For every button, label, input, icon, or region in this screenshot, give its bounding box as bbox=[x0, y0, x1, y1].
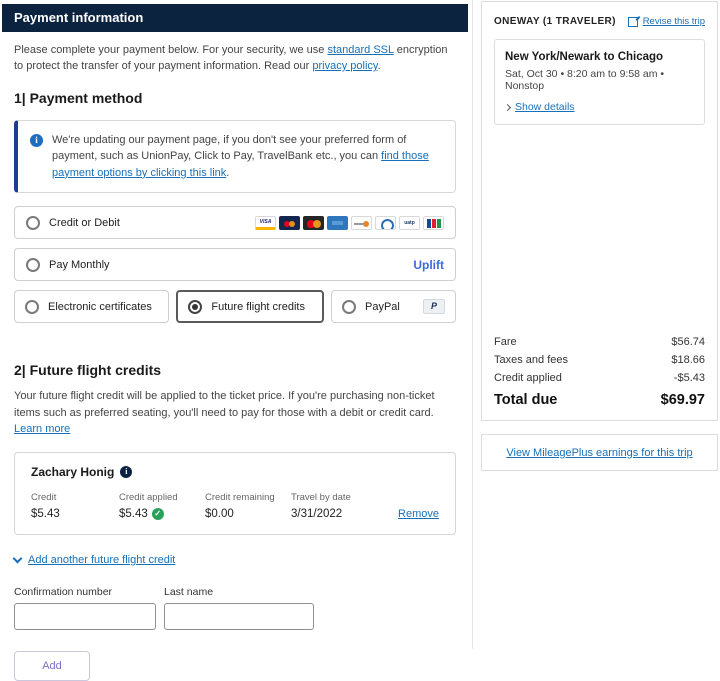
radio-electronic-certificates[interactable] bbox=[25, 300, 39, 314]
travel-by-date-value: 3/31/2022 bbox=[291, 508, 391, 520]
notice-text: We're updating our payment page, if you … bbox=[52, 132, 443, 182]
credit-applied-row-label: Credit applied bbox=[494, 372, 562, 384]
confirmation-number-label: Confirmation number bbox=[14, 586, 164, 598]
intro-text-part: Please complete your payment below. For … bbox=[14, 44, 327, 56]
future-flight-credits-heading: 2| Future flight credits bbox=[14, 362, 456, 378]
payment-option-electronic-certificates[interactable]: Electronic certificates bbox=[14, 290, 169, 323]
credit-applied-amount: $5.43 bbox=[119, 508, 148, 520]
payment-update-notice: We're updating our payment page, if you … bbox=[14, 120, 456, 194]
show-details-link[interactable]: Show details bbox=[505, 101, 694, 113]
mileageplus-earnings-label: View MileagePlus earnings for this trip bbox=[506, 447, 692, 459]
uatp-icon bbox=[399, 216, 420, 230]
remove-credit-link[interactable]: Remove bbox=[398, 508, 439, 520]
payment-option-future-flight-credits[interactable]: Future flight credits bbox=[176, 290, 324, 323]
edit-icon bbox=[628, 16, 639, 27]
payment-option-credit-debit[interactable]: Credit or Debit bbox=[14, 206, 456, 239]
traveler-name: Zachary Honig bbox=[31, 465, 114, 479]
panel-title: Payment information bbox=[2, 4, 468, 32]
discover-icon bbox=[351, 216, 372, 230]
radio-credit-debit[interactable] bbox=[26, 216, 40, 230]
mileageplus-earnings-button[interactable]: View MileagePlus earnings for this trip bbox=[481, 434, 718, 471]
taxes-value: $18.66 bbox=[671, 354, 705, 366]
radio-future-flight-credits[interactable] bbox=[188, 300, 202, 314]
add-another-credit-link[interactable]: Add another future flight credit bbox=[14, 554, 456, 566]
payment-option-paypal[interactable]: PayPal bbox=[331, 290, 456, 323]
chevron-down-icon bbox=[13, 553, 23, 563]
standard-ssl-link[interactable]: standard SSL bbox=[327, 44, 393, 56]
credit-remaining-column: Credit remaining $0.00 bbox=[205, 492, 291, 520]
visa-icon bbox=[255, 216, 276, 230]
travel-by-date-label: Travel by date bbox=[291, 492, 391, 503]
card-brand-icons bbox=[255, 216, 444, 230]
paypal-label: PayPal bbox=[365, 301, 400, 313]
future-flight-credits-label: Future flight credits bbox=[211, 301, 305, 313]
fare-value: $56.74 bbox=[671, 336, 705, 348]
trip-summary-panel: ONEWAY (1 TRAVELER) Revise this trip New… bbox=[481, 1, 718, 421]
last-name-input[interactable] bbox=[164, 603, 314, 630]
future-flight-credits-desc: Your future flight credit will be applie… bbox=[14, 388, 456, 438]
jcb-icon bbox=[423, 216, 444, 230]
paypal-icon bbox=[423, 299, 445, 314]
mastercard-icon bbox=[303, 216, 324, 230]
radio-pay-monthly[interactable] bbox=[26, 258, 40, 272]
visa-dark-icon bbox=[279, 216, 300, 230]
flight-segment-card: New York/Newark to Chicago Sat, Oct 30 •… bbox=[494, 39, 705, 125]
travel-by-date-column: Travel by date 3/31/2022 bbox=[291, 492, 391, 520]
fare-breakdown: Fare $56.74 Taxes and fees $18.66 Credit… bbox=[494, 330, 705, 408]
credit-value: $5.43 bbox=[31, 508, 119, 520]
flight-credit-card: Zachary Honig Credit $5.43 Credit applie… bbox=[14, 452, 456, 535]
credit-remaining-value: $0.00 bbox=[205, 508, 291, 520]
credit-applied-row-value: -$5.43 bbox=[674, 372, 705, 384]
info-icon bbox=[30, 134, 43, 147]
column-divider bbox=[472, 0, 473, 649]
flight-datetime: Sat, Oct 30 • 8:20 am to 9:58 am • Nonst… bbox=[505, 68, 694, 92]
notice-text-part: We're updating our payment page, if you … bbox=[52, 134, 406, 163]
credit-applied-value: $5.43 bbox=[119, 508, 205, 520]
taxes-label: Taxes and fees bbox=[494, 354, 568, 366]
privacy-policy-link[interactable]: privacy policy bbox=[312, 60, 377, 72]
total-due-value: $69.97 bbox=[661, 392, 705, 408]
credit-debit-label: Credit or Debit bbox=[49, 217, 120, 229]
electronic-certificates-label: Electronic certificates bbox=[48, 301, 152, 313]
amex-icon bbox=[327, 216, 348, 230]
credit-remaining-label: Credit remaining bbox=[205, 492, 291, 503]
credit-column: Credit $5.43 bbox=[31, 492, 119, 520]
confirmation-number-input[interactable] bbox=[14, 603, 156, 630]
intro-text: Please complete your payment below. For … bbox=[14, 43, 456, 75]
payment-method-heading: 1| Payment method bbox=[14, 90, 456, 106]
notice-text-part: . bbox=[226, 167, 229, 179]
unionpay-icon bbox=[375, 216, 396, 230]
show-details-label: Show details bbox=[515, 101, 575, 113]
fare-row: Fare $56.74 bbox=[494, 336, 705, 348]
traveler-info-icon[interactable] bbox=[120, 466, 132, 478]
total-due-row: Total due $69.97 bbox=[494, 392, 705, 408]
last-name-label: Last name bbox=[164, 586, 314, 598]
learn-more-link[interactable]: Learn more bbox=[14, 423, 70, 435]
add-another-credit-label: Add another future flight credit bbox=[28, 554, 175, 566]
revise-trip-label: Revise this trip bbox=[643, 16, 705, 27]
credit-label: Credit bbox=[31, 492, 119, 503]
fare-label: Fare bbox=[494, 336, 517, 348]
add-credit-button[interactable]: Add bbox=[14, 651, 90, 681]
desc-text-part: Your future flight credit will be applie… bbox=[14, 390, 435, 419]
payment-panel: Payment information Please complete your… bbox=[2, 4, 468, 645]
payment-option-pay-monthly[interactable]: Pay Monthly Uplift bbox=[14, 248, 456, 281]
credit-applied-column: Credit applied $5.43 bbox=[119, 492, 205, 520]
trip-type-label: ONEWAY (1 TRAVELER) bbox=[494, 16, 616, 27]
total-due-label: Total due bbox=[494, 392, 557, 408]
credit-applied-row: Credit applied -$5.43 bbox=[494, 372, 705, 384]
pay-monthly-label: Pay Monthly bbox=[49, 259, 110, 271]
credit-applied-label: Credit applied bbox=[119, 492, 205, 503]
taxes-row: Taxes and fees $18.66 bbox=[494, 354, 705, 366]
intro-text-part: . bbox=[378, 60, 381, 72]
uplift-logo: Uplift bbox=[413, 258, 444, 272]
chevron-right-icon bbox=[504, 103, 511, 110]
check-icon bbox=[152, 508, 164, 520]
revise-trip-link[interactable]: Revise this trip bbox=[628, 16, 705, 27]
flight-route: New York/Newark to Chicago bbox=[505, 51, 694, 63]
radio-paypal[interactable] bbox=[342, 300, 356, 314]
